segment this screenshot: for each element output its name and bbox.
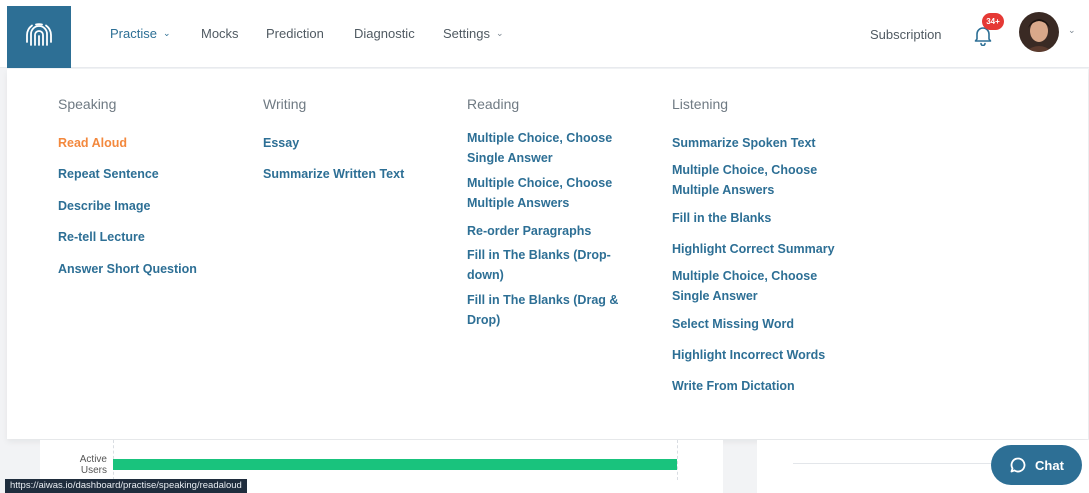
fingerprint-icon <box>26 23 52 46</box>
chat-bubble-icon <box>1010 457 1026 473</box>
column-heading-speaking: Speaking <box>58 96 117 112</box>
menu-item-listening-mc-multiple-answers[interactable]: Multiple Choice, Choose Multiple Answers <box>672 160 832 200</box>
top-navbar: Practise ⌄ Mocks Prediction Diagnostic S… <box>0 0 1089 68</box>
avatar[interactable] <box>1019 12 1059 52</box>
column-heading-writing: Writing <box>263 96 307 112</box>
nav-prediction-label: Prediction <box>266 26 324 41</box>
menu-item-select-missing-word[interactable]: Select Missing Word <box>672 314 852 334</box>
reading-column: Reading Multiple Choice, Choose Single A… <box>467 96 627 330</box>
speaking-column: Speaking Read Aloud Repeat Sentence Desc… <box>58 96 228 279</box>
nav-practise-label: Practise <box>110 26 157 41</box>
menu-item-fill-blanks-drag-drop[interactable]: Fill in The Blanks (Drag & Drop) <box>467 290 627 330</box>
menu-item-highlight-correct-summary[interactable]: Highlight Correct Summary <box>672 239 852 259</box>
nav-practise[interactable]: Practise ⌄ <box>110 26 171 41</box>
menu-item-fill-blanks-dropdown[interactable]: Fill in The Blanks (Drop-down) <box>467 245 627 285</box>
nav-diagnostic-label: Diagnostic <box>354 26 415 41</box>
notification-badge: 34+ <box>982 13 1004 30</box>
listening-column: Listening Summarize Spoken Text Multiple… <box>672 96 852 396</box>
avatar-image <box>1019 12 1059 52</box>
subscription-link[interactable]: Subscription <box>870 27 942 42</box>
menu-item-reorder-paragraphs[interactable]: Re-order Paragraphs <box>467 221 627 241</box>
menu-item-read-aloud[interactable]: Read Aloud <box>58 133 228 153</box>
status-bar-url: https://aiwas.io/dashboard/practise/spea… <box>5 479 247 493</box>
logo[interactable] <box>7 6 71 68</box>
nav-diagnostic[interactable]: Diagnostic <box>354 26 415 41</box>
column-heading-listening: Listening <box>672 96 729 112</box>
menu-item-describe-image[interactable]: Describe Image <box>58 196 228 216</box>
menu-item-summarize-spoken-text[interactable]: Summarize Spoken Text <box>672 133 852 153</box>
menu-item-highlight-incorrect-words[interactable]: Highlight Incorrect Words <box>672 345 852 365</box>
nav-settings-label: Settings <box>443 26 490 41</box>
menu-item-mc-multiple-answers[interactable]: Multiple Choice, Choose Multiple Answers <box>467 173 627 213</box>
chart-bar <box>113 459 677 470</box>
chart-label-line1: Active <box>79 454 107 465</box>
nav-prediction[interactable]: Prediction <box>266 26 324 41</box>
chart-gridline <box>677 440 678 480</box>
nav-mocks-label: Mocks <box>201 26 239 41</box>
menu-item-summarize-written-text[interactable]: Summarize Written Text <box>263 164 433 184</box>
chevron-down-icon[interactable]: ⌄ <box>1068 25 1076 36</box>
menu-item-listening-mc-single-answer[interactable]: Multiple Choice, Choose Single Answer <box>672 266 832 306</box>
menu-item-mc-single-answer[interactable]: Multiple Choice, Choose Single Answer <box>467 128 627 168</box>
writing-column: Writing Essay Summarize Written Text <box>263 96 433 184</box>
chat-label: Chat <box>1035 457 1064 473</box>
chevron-down-icon: ⌄ <box>162 28 171 38</box>
practise-mega-menu: Speaking Read Aloud Repeat Sentence Desc… <box>7 69 1088 439</box>
column-heading-reading: Reading <box>467 96 520 112</box>
chevron-down-icon: ⌄ <box>495 28 504 38</box>
menu-item-write-from-dictation[interactable]: Write From Dictation <box>672 376 852 396</box>
menu-item-repeat-sentence[interactable]: Repeat Sentence <box>58 164 228 184</box>
menu-item-listening-fill-blanks[interactable]: Fill in the Blanks <box>672 208 852 228</box>
chart-label-line2: Users <box>80 465 107 476</box>
chart-category-label: Active Users <box>70 454 107 476</box>
menu-item-answer-short-question[interactable]: Answer Short Question <box>58 259 228 279</box>
nav-settings[interactable]: Settings ⌄ <box>443 26 504 41</box>
menu-item-essay[interactable]: Essay <box>263 133 433 153</box>
menu-item-retell-lecture[interactable]: Re-tell Lecture <box>58 227 228 247</box>
chat-button[interactable]: Chat <box>991 445 1082 485</box>
nav-mocks[interactable]: Mocks <box>201 26 239 41</box>
